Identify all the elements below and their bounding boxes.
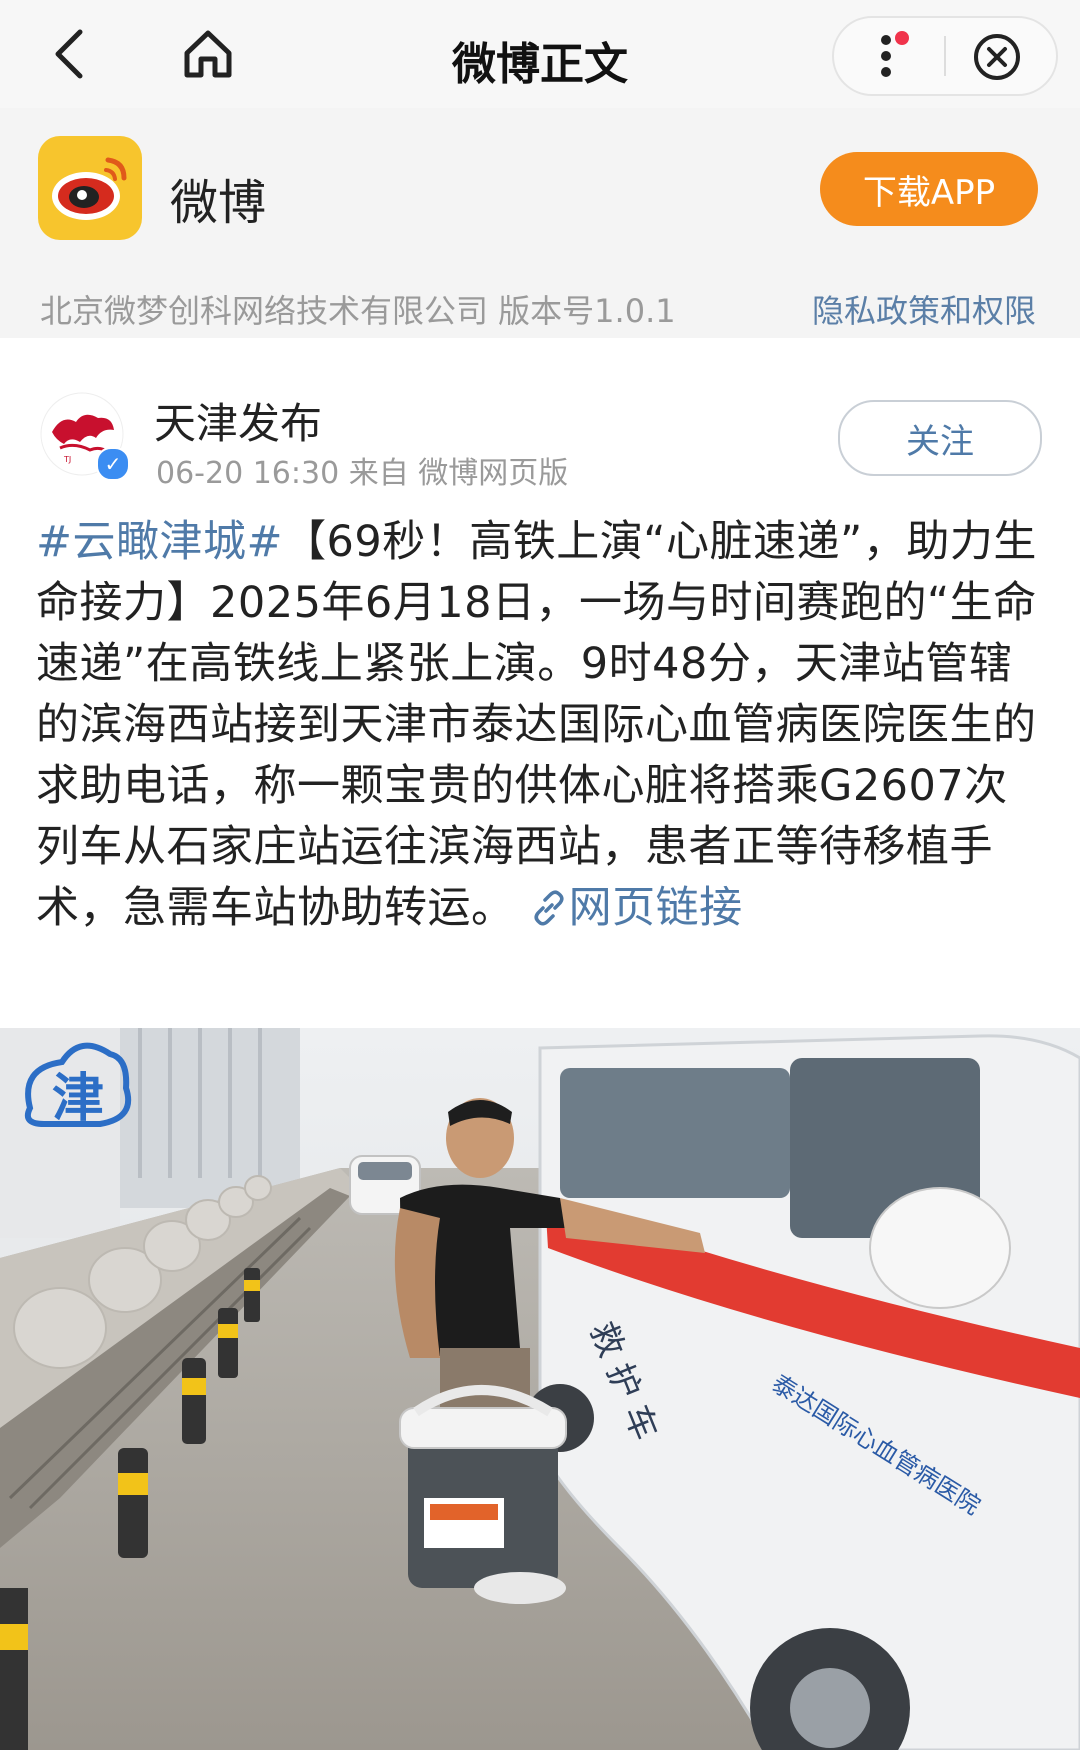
- post-body: #云瞰津城#【69秒！高铁上演“心脏速递”，助力生命接力】2025年6月18日，…: [36, 512, 1046, 939]
- app-name: 微博: [170, 175, 267, 231]
- post-text: 【69秒！高铁上演“心脏速递”，助力生命接力】2025年6月18日，一场与时间赛…: [36, 517, 1037, 933]
- svg-text:TJ: TJ: [63, 455, 71, 464]
- verified-badge-icon: ✓: [96, 447, 130, 481]
- post-photo[interactable]: 救 护 车 泰达国际心血管病医院 津: [0, 1028, 1080, 1754]
- mini-program-capsule: [832, 16, 1058, 96]
- watermark-glyph: 津: [52, 1069, 104, 1129]
- capsule-divider: [944, 36, 946, 76]
- download-app-button[interactable]: 下载APP: [820, 152, 1038, 226]
- company-version-text: 北京微梦创科网络技术有限公司 版本号1.0.1: [40, 292, 676, 330]
- follow-button[interactable]: 关注: [838, 400, 1042, 476]
- author-name[interactable]: 天津发布: [154, 390, 322, 451]
- more-icon[interactable]: [864, 28, 924, 84]
- app-download-banner: 微博 下载APP 北京微梦创科网络技术有限公司 版本号1.0.1 隐私政策和权限: [0, 108, 1080, 338]
- close-icon[interactable]: [972, 32, 1022, 82]
- privacy-policy-link[interactable]: 隐私政策和权限: [812, 286, 1036, 332]
- web-link[interactable]: 网页链接: [529, 883, 743, 933]
- hashtag-link[interactable]: #云瞰津城#: [36, 517, 283, 567]
- top-nav-bar: 微博正文: [0, 0, 1080, 109]
- weibo-logo-icon: [38, 136, 142, 240]
- post-meta: 06-20 16:30 来自 微博网页版: [156, 456, 569, 491]
- link-icon: [534, 890, 564, 926]
- web-link-label: 网页链接: [568, 883, 743, 933]
